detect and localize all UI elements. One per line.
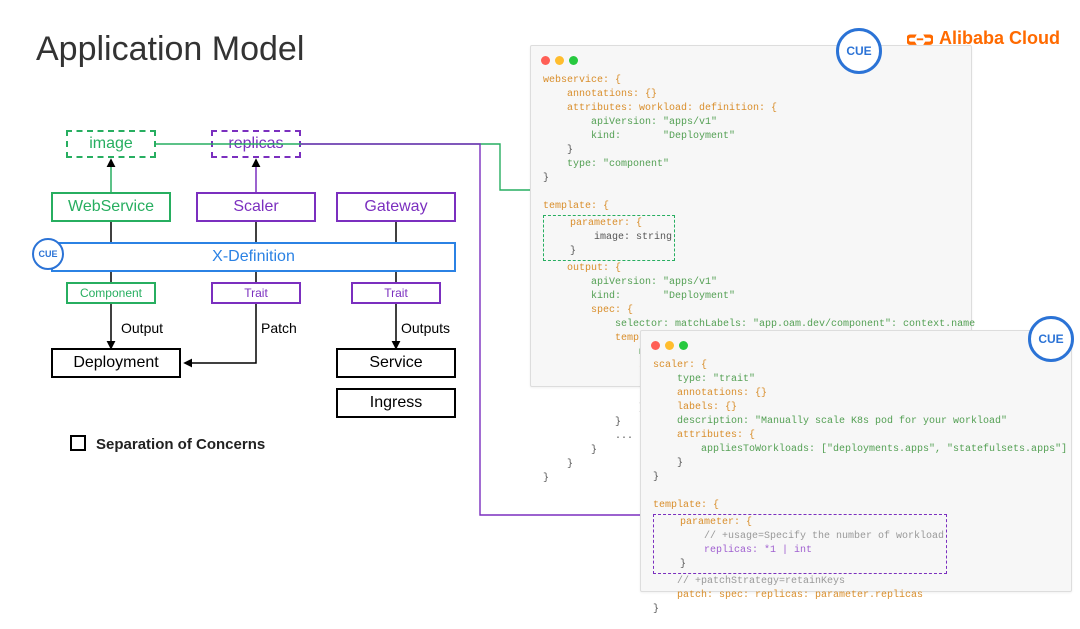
node-x-definition: X-Definition xyxy=(51,242,456,272)
label-outputs: Outputs xyxy=(401,320,450,336)
node-gateway: Gateway xyxy=(336,192,456,222)
node-scaler: Scaler xyxy=(196,192,316,222)
cue-badge-panel-2: CUE xyxy=(1028,316,1074,362)
brand-logo: Alibaba Cloud xyxy=(907,28,1060,49)
label-patch: Patch xyxy=(261,320,297,336)
alibaba-cloud-icon xyxy=(907,29,933,49)
node-ingress: Ingress xyxy=(336,388,456,418)
page-title: Application Model xyxy=(36,30,304,69)
brand-text: Alibaba Cloud xyxy=(939,28,1060,49)
node-image: image xyxy=(66,130,156,158)
node-replicas: replicas xyxy=(211,130,301,158)
node-deployment: Deployment xyxy=(51,348,181,378)
highlight-parameter-image: parameter: { image: string } xyxy=(543,215,675,261)
bullet-separation-of-concerns: Separation of Concerns xyxy=(70,435,265,453)
node-service: Service xyxy=(336,348,456,378)
highlight-parameter-replicas: parameter: { // +usage=Specify the numbe… xyxy=(653,514,947,574)
code-panel-scaler: scaler: { type: "trait" annotations: {} … xyxy=(640,330,1072,592)
label-output: Output xyxy=(121,320,163,336)
node-trait-1: Trait xyxy=(211,282,301,304)
window-controls xyxy=(531,46,971,70)
node-trait-2: Trait xyxy=(351,282,441,304)
code-block-scaler: scaler: { type: "trait" annotations: {} … xyxy=(641,355,1071,629)
architecture-diagram: image replicas WebService Scaler Gateway… xyxy=(36,120,456,420)
cue-badge-small: CUE xyxy=(32,238,64,270)
node-webservice: WebService xyxy=(51,192,171,222)
cue-badge-panel-1: CUE xyxy=(836,28,882,74)
window-controls xyxy=(641,331,1071,355)
node-component: Component xyxy=(66,282,156,304)
